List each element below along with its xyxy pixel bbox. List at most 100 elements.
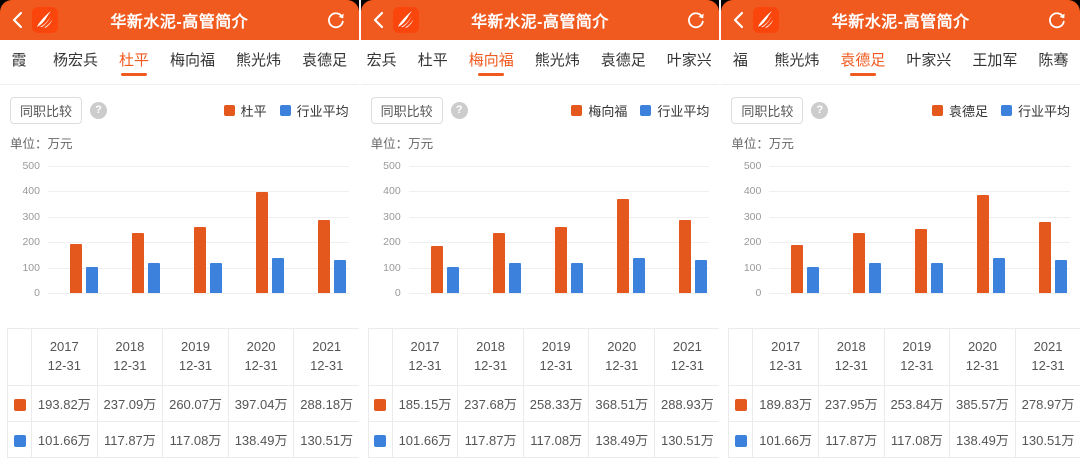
bar-industry-avg [210, 263, 222, 293]
help-icon[interactable]: ? [451, 102, 468, 119]
bar-person [431, 246, 443, 293]
legend-person-label: 杜平 [241, 101, 267, 120]
tab-executive[interactable]: 梅向福 [170, 49, 215, 76]
bar-industry-avg [807, 267, 819, 293]
salary-bar-chart: 5004003002001000 [369, 152, 712, 312]
bar-industry-avg [571, 263, 583, 293]
value-cell: 117.87万 [97, 422, 163, 458]
bar-person [1039, 222, 1051, 293]
col-header-date: 12-31 [950, 357, 1015, 376]
row-swatch-cell [8, 386, 32, 422]
table-row: 101.66万117.87万117.08万138.49万130.51万 [729, 422, 1080, 458]
col-header-year: 2018 [458, 338, 523, 357]
row-swatch-person [14, 399, 26, 411]
col-header-date: 12-31 [885, 357, 950, 376]
table-header-row: 201712-31201812-31201912-31202012-312021… [368, 329, 719, 386]
bar-person [70, 244, 82, 293]
same-position-compare-button[interactable]: 同职比较 [371, 97, 443, 124]
row-swatch-cell [368, 386, 392, 422]
tab-executive[interactable]: 熊光炜 [535, 49, 580, 76]
table-header-row: 201712-31201812-31201912-31202012-312021… [729, 329, 1080, 386]
value-cell: 237.09万 [97, 386, 163, 422]
value-cell: 368.51万 [589, 386, 655, 422]
refresh-icon[interactable] [325, 9, 347, 31]
value-cell: 397.04万 [228, 386, 294, 422]
legend-person-label: 袁德足 [949, 101, 988, 120]
tab-executive[interactable]: 梅向福 [469, 49, 514, 76]
table-row: 185.15万237.68万258.33万368.51万288.93万 [368, 386, 719, 422]
tab-executive[interactable]: 袁德足 [601, 49, 646, 76]
col-header-year: 2018 [819, 338, 884, 357]
bar-industry-avg [695, 260, 707, 293]
chart-legend: 梅向福 行业平均 [571, 101, 709, 120]
value-cell: 193.82万 [32, 386, 98, 422]
tab-executive[interactable]: 福 [727, 49, 753, 76]
tab-executive[interactable]: 陈骞 [1038, 49, 1068, 76]
phone-top-corners: 华新水泥-高管简介 [361, 0, 720, 40]
value-cell: 258.33万 [523, 386, 589, 422]
help-icon[interactable]: ? [90, 102, 107, 119]
bar-industry-avg [272, 258, 284, 293]
row-swatch-industry [374, 435, 386, 447]
tab-executive[interactable]: 霞 [6, 49, 32, 76]
tab-executive[interactable]: 王加军 [972, 49, 1017, 76]
unit-label: 单位：万元 [731, 133, 1070, 152]
bar-industry-avg [86, 267, 98, 293]
value-cell: 101.66万 [392, 422, 458, 458]
refresh-icon[interactable] [1046, 9, 1068, 31]
table-row: 101.66万117.87万117.08万138.49万130.51万 [368, 422, 719, 458]
col-header: 202012-31 [950, 329, 1016, 386]
compare-row: 同职比较 ? 梅向福 行业平均 [361, 97, 720, 123]
table-row: 101.66万117.87万117.08万138.49万130.51万 [8, 422, 359, 458]
tab-executive[interactable]: 叶家兴 [906, 49, 951, 76]
value-cell: 288.18万 [294, 386, 359, 422]
table-corner-cell [368, 329, 392, 386]
tab-label: 陈骞 [1038, 49, 1068, 70]
tab-executive[interactable]: 杜平 [418, 49, 448, 76]
legend-swatch-industry [640, 105, 651, 116]
app-screenshot-panel: 华新水泥-高管简介 福熊光炜袁德足叶家兴王加军陈骞G 同职比较 ? 袁德足 行业… [721, 0, 1080, 460]
bar-industry-avg [931, 263, 943, 293]
tab-executive[interactable]: 熊光炜 [236, 49, 281, 76]
legend-industry-label: 行业平均 [657, 101, 709, 120]
value-cell: 101.66万 [753, 422, 819, 458]
bar-person [853, 233, 865, 293]
table-row: 193.82万237.09万260.07万397.04万288.18万 [8, 386, 359, 422]
col-header: 201812-31 [818, 329, 884, 386]
tab-executive[interactable]: 宏兵 [367, 49, 397, 76]
tab-executive[interactable]: 袁德足 [302, 49, 347, 76]
col-header-year: 2019 [885, 338, 950, 357]
same-position-compare-button[interactable]: 同职比较 [731, 97, 803, 124]
chart-plot [8, 152, 351, 312]
tab-label: 王加军 [972, 49, 1017, 70]
page-title: 华新水泥-高管简介 [361, 8, 720, 32]
page-title: 华新水泥-高管简介 [721, 8, 1080, 32]
bar-industry-avg [509, 263, 521, 293]
help-icon[interactable]: ? [811, 102, 828, 119]
col-header-year: 2020 [229, 338, 294, 357]
app-header: 华新水泥-高管简介 [0, 0, 359, 40]
col-header-year: 2017 [32, 338, 97, 357]
same-position-compare-button[interactable]: 同职比较 [10, 97, 82, 124]
bar-person [555, 227, 567, 293]
tab-executive[interactable]: 叶家兴 [667, 49, 712, 76]
bar-person [132, 233, 144, 293]
row-swatch-cell [729, 422, 753, 458]
tab-executive[interactable]: 杜平 [119, 49, 149, 76]
row-swatch-person [735, 399, 747, 411]
col-header-date: 12-31 [655, 357, 719, 376]
tab-executive[interactable]: 袁德足 [840, 49, 885, 76]
tab-executive[interactable]: 杨宏兵 [53, 49, 98, 76]
bar-industry-avg [334, 260, 346, 293]
value-cell: 189.83万 [753, 386, 819, 422]
tab-label: 熊光炜 [774, 49, 819, 70]
col-header-year: 2017 [393, 338, 458, 357]
bar-industry-avg [993, 258, 1005, 293]
legend-swatch-person [224, 105, 235, 116]
bar-industry-avg [1055, 260, 1067, 293]
bar-industry-avg [869, 263, 881, 293]
refresh-icon[interactable] [685, 9, 707, 31]
tab-executive[interactable]: 熊光炜 [774, 49, 819, 76]
col-header-year: 2019 [163, 338, 228, 357]
bar-person [679, 220, 691, 293]
